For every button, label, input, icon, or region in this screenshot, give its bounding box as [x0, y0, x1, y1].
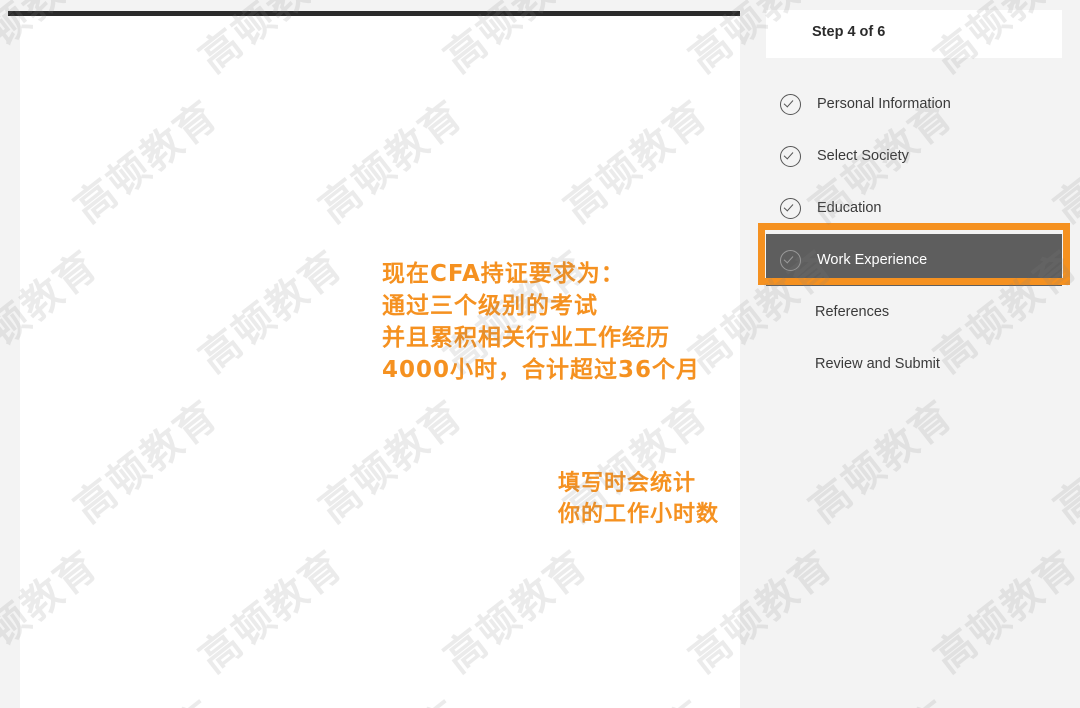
watermark-text: 高顿教育: [920, 534, 1080, 683]
annotation-cfa-requirements: 现在CFA持证要求为： 通过三个级别的考试 并且累积相关行业工作经历 4000小…: [382, 258, 700, 386]
watermark-text: 高顿教育: [795, 384, 963, 533]
sidebar-item-label: Education: [817, 200, 882, 216]
watermark-text: 高顿教育: [795, 684, 963, 708]
check-circle-icon: [780, 250, 801, 271]
sidebar-item-label: References: [815, 304, 889, 320]
sidebar-item-label: Review and Submit: [815, 356, 940, 372]
empty-step-icon: [780, 303, 799, 322]
empty-step-icon: [780, 355, 799, 374]
top-divider-bar: [8, 11, 740, 16]
sidebar-item-work-experience[interactable]: Work Experience: [766, 234, 1062, 286]
screenshot-root: Work Experience i Starting with your mos…: [0, 0, 1080, 708]
sidebar-item-label: Work Experience: [817, 252, 927, 268]
sidebar-item-education[interactable]: Education: [766, 182, 1062, 234]
wizard-nav-list: Personal Information Select Society Educ…: [766, 78, 1062, 390]
watermark-text: 高顿教育: [1040, 384, 1080, 533]
sidebar-item-review-and-submit[interactable]: Review and Submit: [766, 338, 1062, 390]
sidebar-item-select-society[interactable]: Select Society: [766, 130, 1062, 182]
annotation-hours-tally: 填写时会统计 你的工作小时数: [558, 468, 719, 530]
check-circle-icon: [780, 94, 801, 115]
sidebar-item-personal-information[interactable]: Personal Information: [766, 78, 1062, 130]
sidebar-item-references[interactable]: References: [766, 286, 1062, 338]
step-indicator-text: Step 4 of 6: [812, 24, 885, 40]
check-circle-icon: [780, 146, 801, 167]
sidebar-item-label: Personal Information: [817, 96, 951, 112]
sidebar-item-label: Select Society: [817, 148, 909, 164]
check-circle-icon: [780, 198, 801, 219]
step-indicator-box: Step 4 of 6: [766, 10, 1062, 58]
watermark-text: 高顿教育: [1040, 684, 1080, 708]
